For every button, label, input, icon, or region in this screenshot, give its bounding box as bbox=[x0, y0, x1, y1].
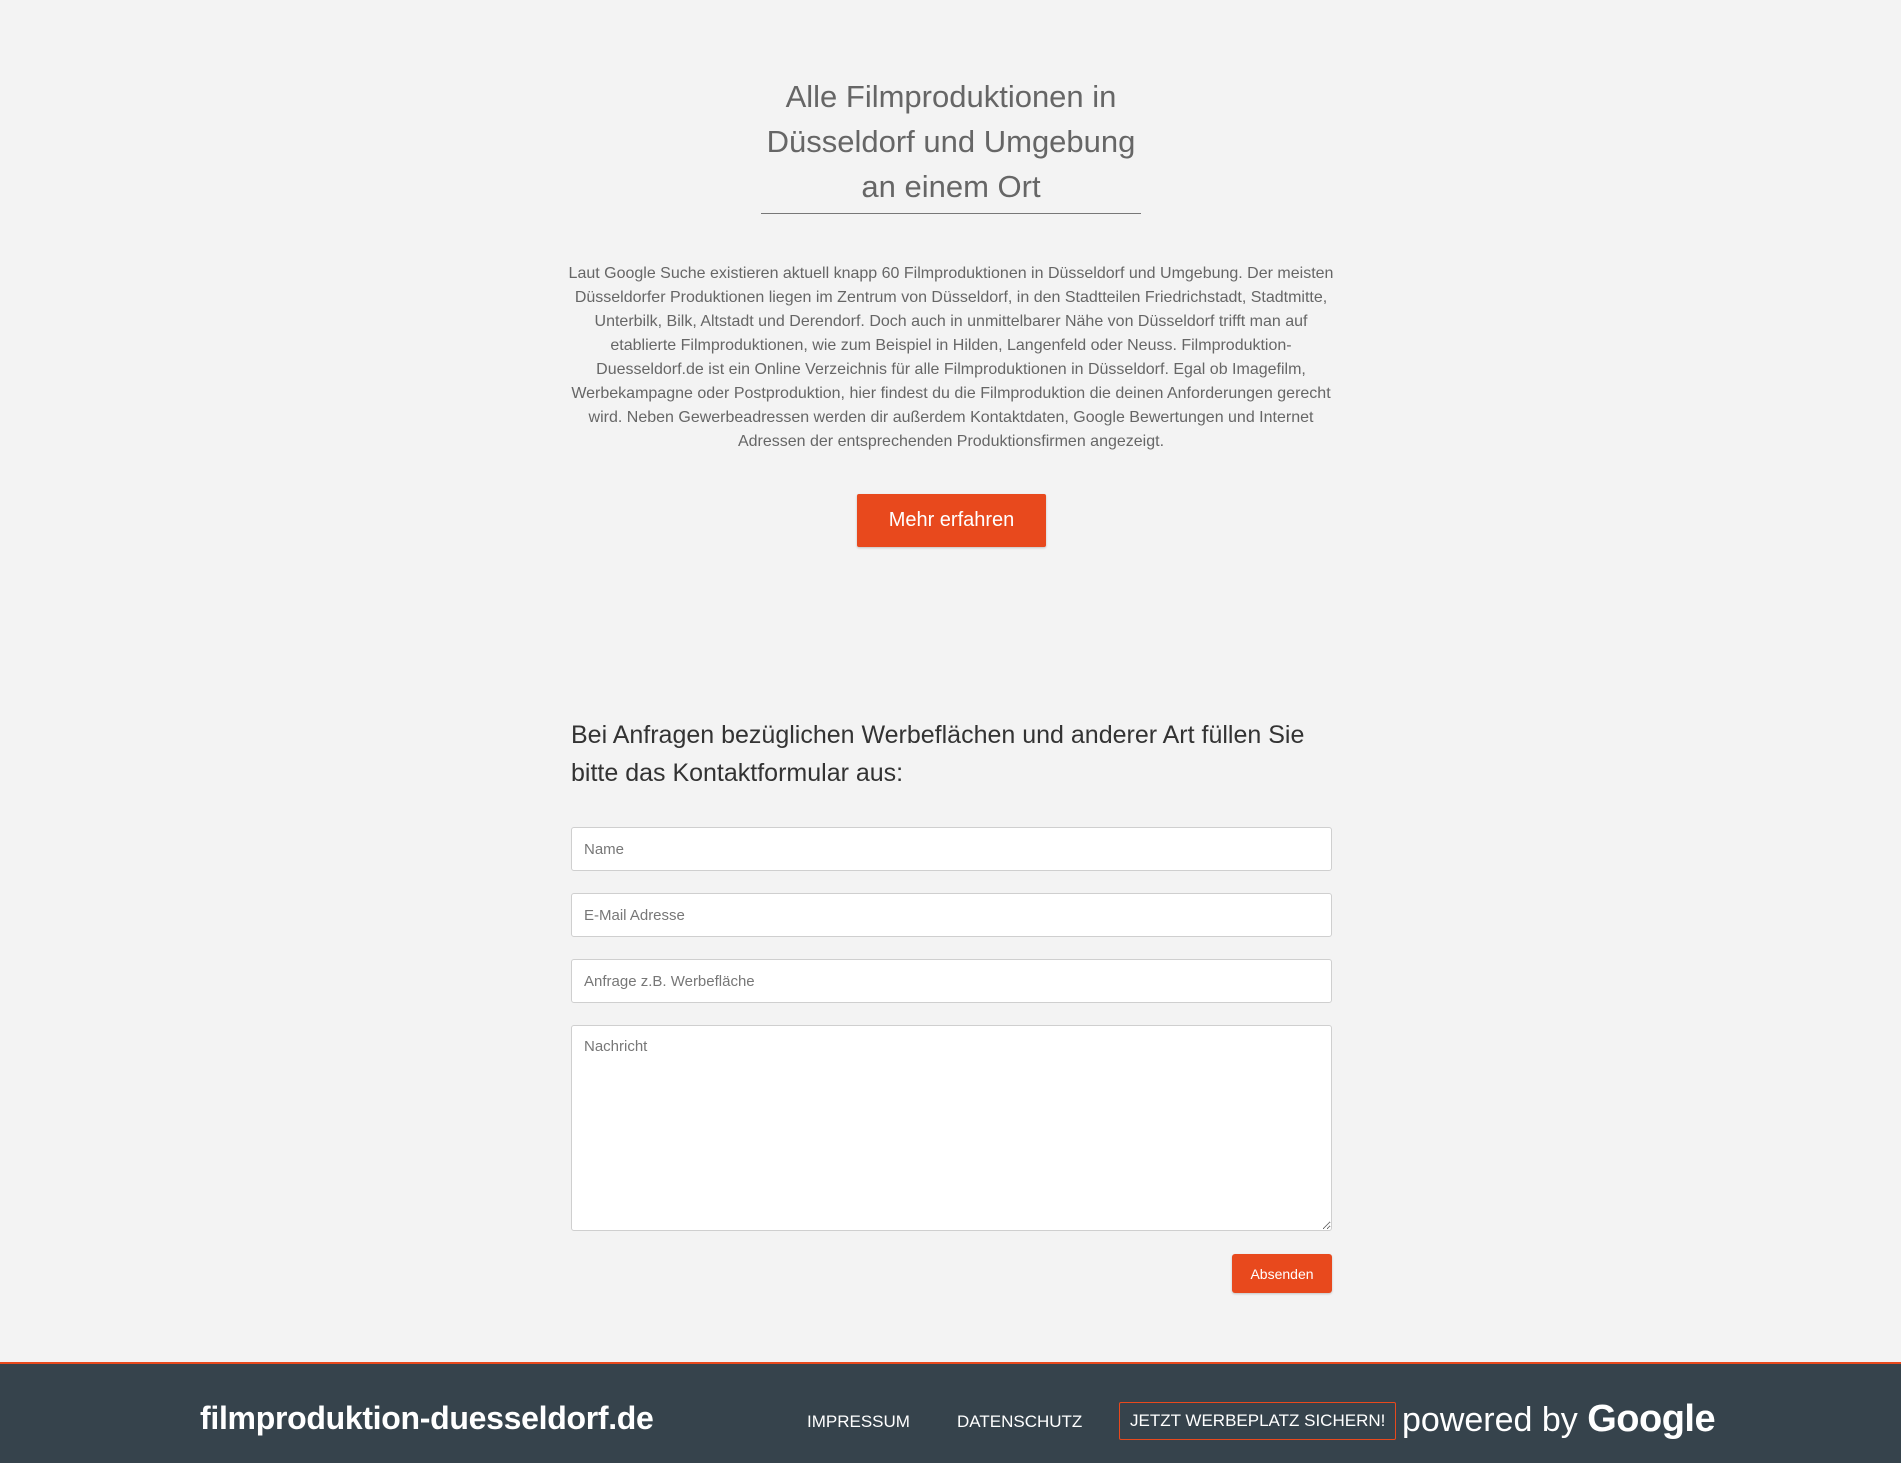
subject-field[interactable] bbox=[571, 959, 1332, 1003]
footer-brand[interactable]: filmproduktion-duesseldorf.de bbox=[200, 1400, 654, 1437]
impressum-link[interactable]: IMPRESSUM bbox=[807, 1412, 910, 1432]
page-title: Alle Filmproduktionen in Düsseldorf und … bbox=[761, 74, 1141, 214]
page-title-line-3: an einem Ort bbox=[861, 169, 1041, 204]
submit-button[interactable]: Absenden bbox=[1232, 1254, 1332, 1293]
contact-heading: Bei Anfragen bezüglichen Werbeflächen un… bbox=[571, 721, 1305, 787]
page-title-line-2: Düsseldorf und Umgebung bbox=[766, 124, 1136, 159]
name-field[interactable] bbox=[571, 827, 1332, 871]
datenschutz-link[interactable]: DATENSCHUTZ bbox=[957, 1412, 1082, 1432]
email-field[interactable] bbox=[571, 893, 1332, 937]
powered-by-text: powered by bbox=[1402, 1401, 1578, 1439]
powered-by-google: powered by Google bbox=[1402, 1398, 1716, 1441]
intro-paragraph: Laut Google Suche existieren aktuell kna… bbox=[568, 265, 1334, 450]
footer: filmproduktion-duesseldorf.de IMPRESSUM … bbox=[0, 1362, 1901, 1463]
page-title-line-1: Alle Filmproduktionen in bbox=[785, 79, 1117, 114]
message-field[interactable] bbox=[571, 1025, 1332, 1231]
google-logo: Google bbox=[1587, 1398, 1716, 1440]
ad-space-link[interactable]: JETZT WERBEPLATZ SICHERN! bbox=[1119, 1402, 1397, 1440]
more-info-button[interactable]: Mehr erfahren bbox=[857, 494, 1046, 547]
